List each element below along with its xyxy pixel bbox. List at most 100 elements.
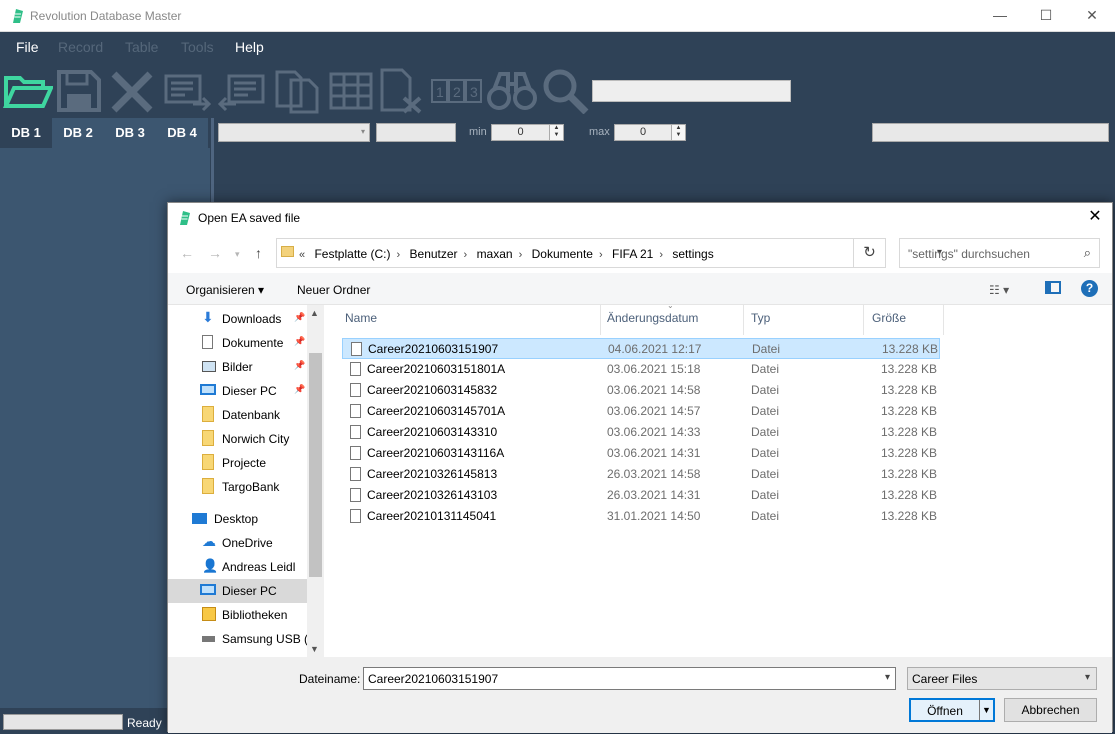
file-row[interactable]: Career20210603151907 04.06.2021 12:17 Date…	[342, 338, 940, 359]
numbering-123-icon[interactable]: 123	[430, 66, 482, 114]
new-folder-button[interactable]: Neuer Ordner	[297, 283, 370, 297]
chevron-right-icon[interactable]: ›	[464, 249, 468, 261]
chevron-down-icon[interactable]: ▾	[885, 672, 890, 683]
tab-db4[interactable]: DB 4	[156, 118, 208, 148]
refresh-icon[interactable]: ↻	[854, 238, 886, 268]
nav-item-onedrive[interactable]: ☁ OneDrive	[168, 531, 307, 555]
help-icon[interactable]: ?	[1081, 280, 1098, 297]
maximize-button[interactable]: ☐	[1023, 0, 1069, 31]
menu-table[interactable]: Table	[125, 39, 158, 55]
min-spinner[interactable]: 0 ▲ ▼	[491, 124, 564, 141]
nav-item-projecte[interactable]: Projecte	[168, 451, 307, 475]
table-select-dropdown[interactable]: ▾	[218, 123, 370, 142]
file-icon	[350, 509, 361, 523]
breadcrumb-item[interactable]: FIFA 21	[612, 247, 653, 261]
grid-table-icon[interactable]	[328, 66, 374, 114]
menu-help[interactable]: Help	[235, 39, 264, 55]
column-name[interactable]: Name	[325, 305, 601, 335]
export-icon[interactable]	[163, 66, 213, 114]
pin-icon[interactable]: 📌	[294, 384, 305, 395]
open-options-chevron-icon[interactable]: ▼	[979, 700, 993, 720]
breadcrumb-item[interactable]: maxan	[477, 247, 513, 261]
nav-item-dieser-pc[interactable]: Dieser PC	[168, 579, 307, 603]
import-icon[interactable]	[216, 66, 266, 114]
nav-item-dieser-pc-pinned[interactable]: Dieser PC 📌	[168, 379, 307, 403]
chevron-down-icon[interactable]: ▾	[1085, 672, 1090, 683]
menu-record[interactable]: Record	[58, 39, 103, 55]
search-magnifier-icon[interactable]	[540, 66, 590, 114]
pin-icon[interactable]: 📌	[294, 336, 305, 347]
preview-pane-icon[interactable]	[1045, 281, 1061, 294]
column-size[interactable]: Größe	[864, 305, 944, 335]
breadcrumb-item[interactable]: Benutzer	[410, 247, 458, 261]
chevron-right-icon[interactable]: ›	[519, 249, 523, 261]
folder-search-input[interactable]: "settings" durchsuchen ⌕	[899, 238, 1100, 268]
nav-scrollbar[interactable]: ▲ ▼	[307, 305, 324, 657]
file-row[interactable]: Career20210603143116A 03.06.2021 14:31 Dat…	[342, 443, 940, 464]
nav-item-datenbank[interactable]: Datenbank	[168, 403, 307, 427]
nav-item-targobank[interactable]: TargoBank	[168, 475, 307, 499]
nav-item-andreas-leidl[interactable]: 👤 Andreas Leidl	[168, 555, 307, 579]
chevron-right-icon[interactable]: ›	[659, 249, 663, 261]
breadcrumb-item[interactable]: Festplatte (C:)	[314, 247, 390, 261]
filter-field-input[interactable]	[376, 123, 456, 142]
nav-item-bilder[interactable]: Bilder 📌	[168, 355, 307, 379]
tab-db1[interactable]: DB 1	[0, 118, 52, 148]
open-folder-icon[interactable]	[3, 66, 53, 114]
scroll-thumb[interactable]	[309, 353, 322, 577]
delete-x-icon[interactable]	[108, 66, 156, 114]
tab-db2[interactable]: DB 2	[52, 118, 104, 148]
menu-file[interactable]: File	[16, 39, 39, 55]
breadcrumb-item[interactable]: settings	[672, 247, 713, 261]
file-row[interactable]: Career20210603145701A 03.06.2021 14:57 Dat…	[342, 401, 940, 422]
max-spinner[interactable]: 0 ▲ ▼	[614, 124, 686, 141]
recent-chevron-icon[interactable]: ▾	[235, 249, 240, 260]
nav-item-downloads[interactable]: ⬇ Downloads 📌	[168, 307, 307, 331]
up-arrow-icon[interactable]: ↑	[255, 245, 262, 261]
file-row[interactable]: Career20210326143103 26.03.2021 14:31 Date…	[342, 485, 940, 506]
forward-arrow-icon[interactable]: →	[208, 245, 222, 261]
file-row[interactable]: Career20210131145041 31.01.2021 14:50 Date…	[342, 506, 940, 527]
chevron-right-icon[interactable]: ›	[397, 249, 401, 261]
column-type[interactable]: Typ	[744, 305, 864, 335]
cancel-button[interactable]: Abbrechen	[1004, 698, 1097, 722]
scroll-down-icon[interactable]: ▼	[310, 644, 319, 654]
pin-icon[interactable]: 📌	[294, 312, 305, 323]
breadcrumb-item[interactable]: Dokumente	[532, 247, 593, 261]
binoculars-icon[interactable]	[486, 66, 538, 114]
spinner-arrows-icon[interactable]: ▲ ▼	[671, 125, 685, 140]
file-row[interactable]: Career20210603145832 03.06.2021 14:58 Date…	[342, 380, 940, 401]
close-window-button[interactable]: ✕	[1069, 0, 1115, 31]
nav-item-norwich-city[interactable]: Norwich City	[168, 427, 307, 451]
filename-input[interactable]: Career20210603151907 ▾	[363, 667, 896, 690]
minimize-button[interactable]: —	[977, 0, 1023, 31]
nav-item-samsung-usb[interactable]: Samsung USB (G	[168, 627, 307, 651]
copy-icon[interactable]	[273, 66, 325, 114]
clear-document-icon[interactable]	[378, 66, 426, 114]
breadcrumb-overflow[interactable]: «	[299, 249, 305, 261]
open-button[interactable]: Öffnen ▼	[909, 698, 995, 722]
scroll-up-icon[interactable]: ▲	[310, 308, 319, 318]
address-bar[interactable]: « Festplatte (C:) › Benutzer › maxan › Doku…	[276, 238, 942, 268]
column-modified-date[interactable]: Änderungsdatum ⌄	[601, 301, 744, 335]
file-date: 04.06.2021 12:17	[608, 342, 702, 356]
file-row[interactable]: Career20210603151801A 03.06.2021 15:18 Dat…	[342, 359, 940, 380]
back-arrow-icon[interactable]: ←	[180, 245, 194, 261]
view-options-icon[interactable]: ☷ ▾	[989, 283, 1009, 297]
filetype-select[interactable]: Career Files ▾	[907, 667, 1097, 690]
save-icon[interactable]	[55, 66, 103, 114]
chevron-right-icon[interactable]: ›	[599, 249, 603, 261]
menu-tools[interactable]: Tools	[181, 39, 214, 55]
file-row[interactable]: Career20210326145813 26.03.2021 14:58 Date…	[342, 464, 940, 485]
pin-icon[interactable]: 📌	[294, 360, 305, 371]
right-search-input[interactable]	[872, 123, 1109, 142]
dialog-close-button[interactable]: ✕	[1078, 203, 1112, 233]
nav-item-bibliotheken[interactable]: Bibliotheken	[168, 603, 307, 627]
file-row[interactable]: Career20210603143310 03.06.2021 14:33 Date…	[342, 422, 940, 443]
nav-item-desktop[interactable]: Desktop	[168, 507, 307, 531]
toolbar-search-input[interactable]	[592, 80, 791, 102]
nav-item-dokumente[interactable]: Dokumente 📌	[168, 331, 307, 355]
tab-db3[interactable]: DB 3	[104, 118, 156, 148]
spinner-arrows-icon[interactable]: ▲ ▼	[549, 125, 563, 140]
organize-button[interactable]: Organisieren ▾	[186, 283, 264, 297]
